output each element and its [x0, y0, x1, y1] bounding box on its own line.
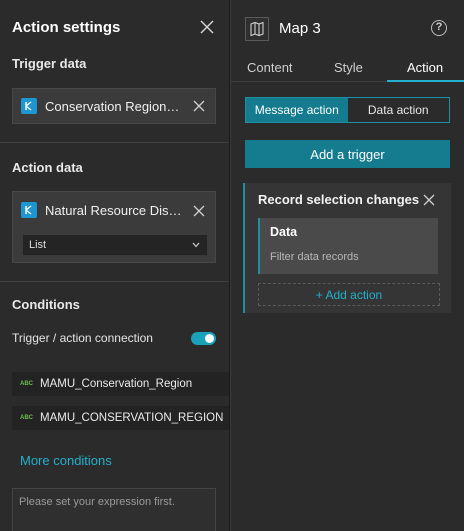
divider — [0, 281, 229, 282]
remove-action-source-icon[interactable] — [193, 205, 205, 217]
data-action-subtitle: Filter data records — [270, 251, 359, 263]
more-conditions-link[interactable]: More conditions — [20, 453, 112, 468]
toggle-knob — [205, 334, 214, 343]
remove-trigger-source-icon[interactable] — [193, 100, 205, 112]
action-data-source[interactable]: Natural Resource Dist… List — [12, 191, 216, 263]
action-field-name: MAMU_CONSERVATION_REGION — [40, 412, 224, 424]
expression-box[interactable]: Please set your expression first. — [12, 488, 216, 531]
feature-layer-icon — [21, 98, 37, 114]
string-field-icon: ABC — [20, 415, 33, 421]
message-action-button[interactable]: Message action — [246, 98, 348, 122]
panel-title: Action settings — [12, 19, 121, 36]
view-select[interactable]: List — [22, 234, 208, 256]
connection-toggle[interactable] — [191, 332, 216, 345]
trigger-card: Record selection changes Data Filter dat… — [243, 183, 451, 313]
close-icon[interactable] — [199, 19, 215, 35]
add-trigger-button[interactable]: Add a trigger — [245, 140, 450, 168]
conditions-heading: Conditions — [12, 297, 80, 312]
feature-layer-icon — [21, 202, 37, 218]
data-action-title: Data — [270, 225, 298, 239]
tab-style[interactable]: Style — [334, 60, 363, 75]
trigger-data-source[interactable]: Conservation Regions… — [12, 88, 216, 124]
action-settings-panel: Action settings Trigger data Conservatio… — [0, 0, 230, 531]
trigger-field[interactable]: ABC MAMU_Conservation_Region — [12, 372, 229, 396]
chevron-down-icon — [192, 242, 200, 248]
tab-content[interactable]: Content — [247, 60, 293, 75]
trigger-data-heading: Trigger data — [12, 56, 87, 71]
string-field-icon: ABC — [20, 381, 33, 387]
tab-action[interactable]: Action — [407, 60, 443, 75]
remove-trigger-icon[interactable] — [423, 194, 435, 206]
view-select-value: List — [29, 239, 47, 251]
data-action-button[interactable]: Data action — [347, 98, 449, 122]
action-field[interactable]: ABC MAMU_CONSERVATION_REGION — [12, 406, 229, 430]
trigger-source-label: Conservation Regions… — [45, 98, 185, 114]
action-source-label: Natural Resource Dist… — [45, 202, 185, 218]
active-tab-indicator — [387, 80, 464, 82]
widget-title: Map 3 — [279, 20, 321, 37]
trigger-field-name: MAMU_Conservation_Region — [40, 378, 193, 390]
divider — [0, 142, 229, 143]
map-icon — [245, 17, 269, 41]
action-type-switch: Message action Data action — [245, 97, 450, 123]
connection-toggle-label: Trigger / action connection — [12, 331, 153, 345]
action-data-heading: Action data — [12, 160, 83, 175]
help-icon[interactable]: ? — [431, 20, 447, 36]
expression-placeholder: Please set your expression first. — [19, 496, 175, 508]
data-action-item[interactable]: Data Filter data records — [258, 218, 438, 274]
settings-tabs: Content Style Action — [231, 58, 464, 82]
trigger-card-title: Record selection changes — [258, 192, 420, 207]
add-action-button[interactable]: + Add action — [258, 283, 440, 306]
widget-settings-panel: Map 3 ? Content Style Action Message act… — [231, 0, 464, 531]
